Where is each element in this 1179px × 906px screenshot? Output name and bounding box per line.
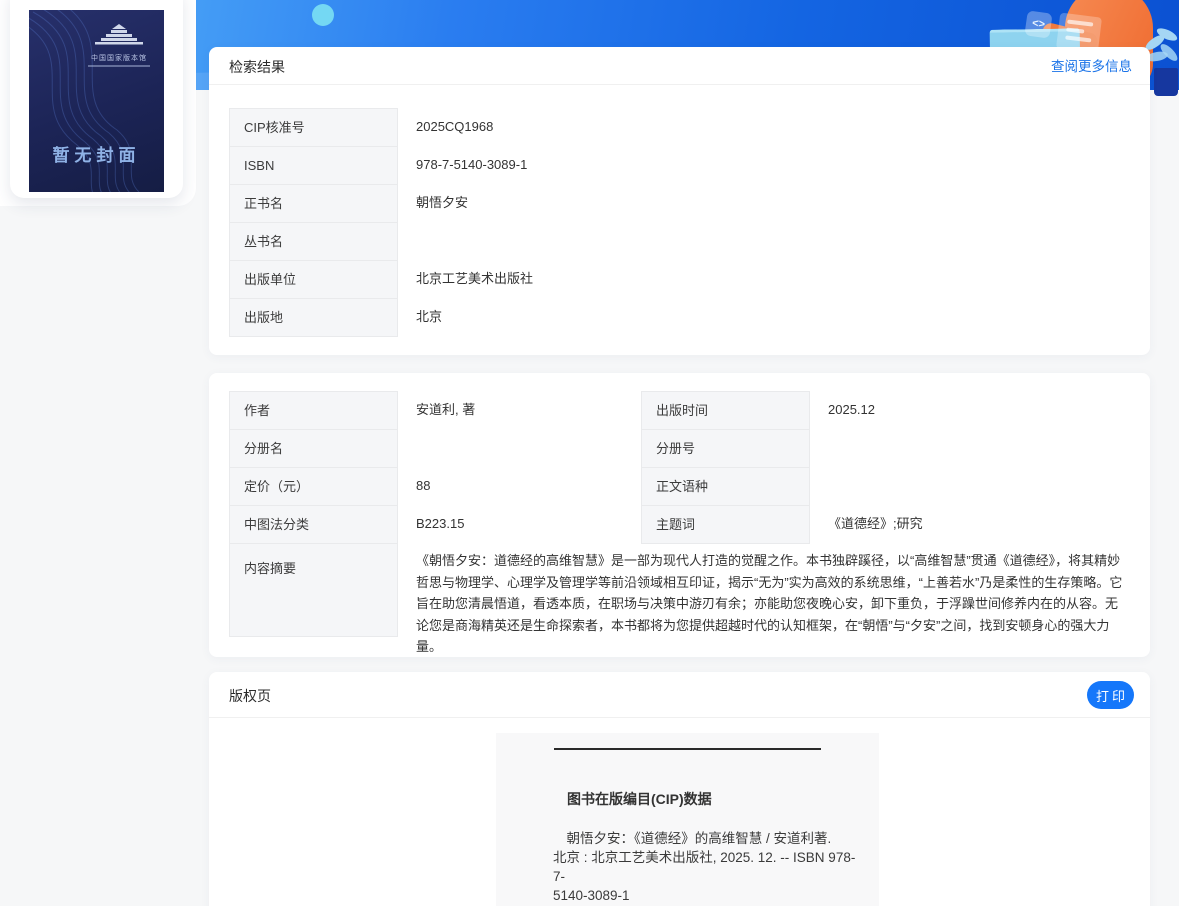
cip-heading: 图书在版编目(CIP)数据: [567, 791, 712, 807]
table-row: 丛书名: [229, 222, 1130, 261]
row-value: B223.15: [416, 516, 465, 531]
table-row: 主题词 《道德经》;研究: [641, 505, 1130, 544]
row-value: 2025CQ1968: [416, 119, 494, 134]
detail-card: 作者 安道利, 著 分册名 定价（元） 88 中图法分类 B223.15 出版时…: [209, 373, 1150, 657]
basic-info-table: CIP核准号 2025CQ1968 ISBN 978-7-5140-3089-1…: [229, 108, 1130, 337]
row-value: [398, 222, 1130, 261]
cip-line: 北京 : 北京工艺美术出版社, 2025. 12. -- ISBN 978-7-: [553, 850, 856, 884]
detail-table-right: 出版时间 2025.12 分册号 正文语种 主题词 《道德经》;研究: [641, 391, 1130, 544]
row-value: 88: [416, 478, 431, 493]
no-cover-label: 暂无封面: [52, 146, 141, 165]
row-value: 北京工艺美术出版社: [416, 271, 534, 286]
detail-tables: 作者 安道利, 著 分册名 定价（元） 88 中图法分类 B223.15 出版时…: [229, 391, 1130, 544]
search-result-title: 检索结果: [229, 59, 285, 75]
row-label: 定价（元）: [229, 467, 398, 506]
row-label: 主题词: [641, 505, 810, 544]
row-label: 中图法分类: [229, 505, 398, 544]
cip-line: 朝悟夕安：《道德经》的高维智慧 / 安道利著.: [553, 831, 832, 846]
view-more-link[interactable]: 查阅更多信息: [1051, 47, 1132, 87]
row-value: 978-7-5140-3089-1: [416, 157, 528, 172]
detail-table-left: 作者 安道利, 著 分册名 定价（元） 88 中图法分类 B223.15: [229, 391, 641, 544]
table-row: 正书名 朝悟夕安: [229, 184, 1130, 223]
book-cover: 中国国家版本馆 暂无封面: [29, 10, 164, 192]
print-button[interactable]: 打印: [1087, 681, 1134, 709]
row-label: 分册号: [641, 429, 810, 468]
table-row: 出版地 北京: [229, 298, 1130, 337]
summary-row: 内容摘要 《朝悟夕安：道德经的高维智慧》是一部为现代人打造的觉醒之作。本书独辟蹊…: [229, 543, 1130, 658]
row-value: 北京: [416, 309, 443, 324]
row-value: 朝悟夕安: [416, 195, 469, 210]
row-value: 2025.12: [828, 402, 875, 417]
code-icon: <>: [1024, 10, 1053, 39]
library-logo: 中国国家版本馆: [82, 24, 156, 67]
table-row: 定价（元） 88: [229, 467, 641, 506]
search-result-card: 检索结果 查阅更多信息 CIP核准号 2025CQ1968 ISBN 978-7…: [209, 47, 1150, 355]
row-label: 丛书名: [229, 222, 398, 261]
table-row: 出版时间 2025.12: [641, 391, 1130, 430]
table-row: 分册号: [641, 429, 1130, 468]
row-value: 安道利, 著: [416, 402, 476, 417]
search-result-header: 检索结果 查阅更多信息: [209, 47, 1150, 85]
row-label: CIP核准号: [229, 108, 398, 147]
cip-page-panel: 图书在版编目(CIP)数据 朝悟夕安：《道德经》的高维智慧 / 安道利著. 北京…: [496, 733, 879, 906]
decor-dot: [312, 4, 334, 26]
table-row: ISBN 978-7-5140-3089-1: [229, 146, 1130, 185]
row-label: 出版单位: [229, 260, 398, 299]
row-value: [810, 429, 1130, 468]
row-value: [398, 429, 641, 468]
row-label: 正书名: [229, 184, 398, 223]
row-label: 分册名: [229, 429, 398, 468]
table-row: CIP核准号 2025CQ1968: [229, 108, 1130, 147]
table-row: 中图法分类 B223.15: [229, 505, 641, 544]
table-row: 作者 安道利, 著: [229, 391, 641, 430]
table-row: 分册名: [229, 429, 641, 468]
row-label: ISBN: [229, 146, 398, 185]
row-label: 出版时间: [641, 391, 810, 430]
row-value: [810, 467, 1130, 506]
copyright-card: 版权页 打印 图书在版编目(CIP)数据 朝悟夕安：《道德经》的高维智慧 / 安…: [209, 672, 1150, 906]
cip-line: 5140-3089-1: [553, 888, 630, 903]
book-cover-card: 中国国家版本馆 暂无封面: [10, 0, 183, 198]
row-label: 出版地: [229, 298, 398, 337]
table-row: 出版单位 北京工艺美术出版社: [229, 260, 1130, 299]
page: <> 中国国家版本馆 暂无封面 检索结果 查阅更多信息 CIP核准号 2025C…: [0, 0, 1179, 906]
copyright-header: 版权页 打印: [209, 672, 1150, 718]
library-building-icon: [95, 24, 143, 45]
row-label: 正文语种: [641, 467, 810, 506]
summary-value: 《朝悟夕安：道德经的高维智慧》是一部为现代人打造的觉醒之作。本书独辟蹊径，以“高…: [416, 553, 1123, 654]
plant-icon: [1143, 25, 1179, 96]
cip-divider-line: [554, 748, 821, 750]
row-value: 《道德经》;研究: [828, 516, 923, 531]
summary-label: 内容摘要: [229, 543, 398, 637]
table-row: 正文语种: [641, 467, 1130, 506]
cip-body: 朝悟夕安：《道德经》的高维智慧 / 安道利著. 北京 : 北京工艺美术出版社, …: [553, 829, 861, 906]
row-label: 作者: [229, 391, 398, 430]
library-logo-subline: [88, 65, 150, 67]
library-logo-title: 中国国家版本馆: [91, 55, 147, 62]
copyright-title: 版权页: [229, 688, 271, 704]
